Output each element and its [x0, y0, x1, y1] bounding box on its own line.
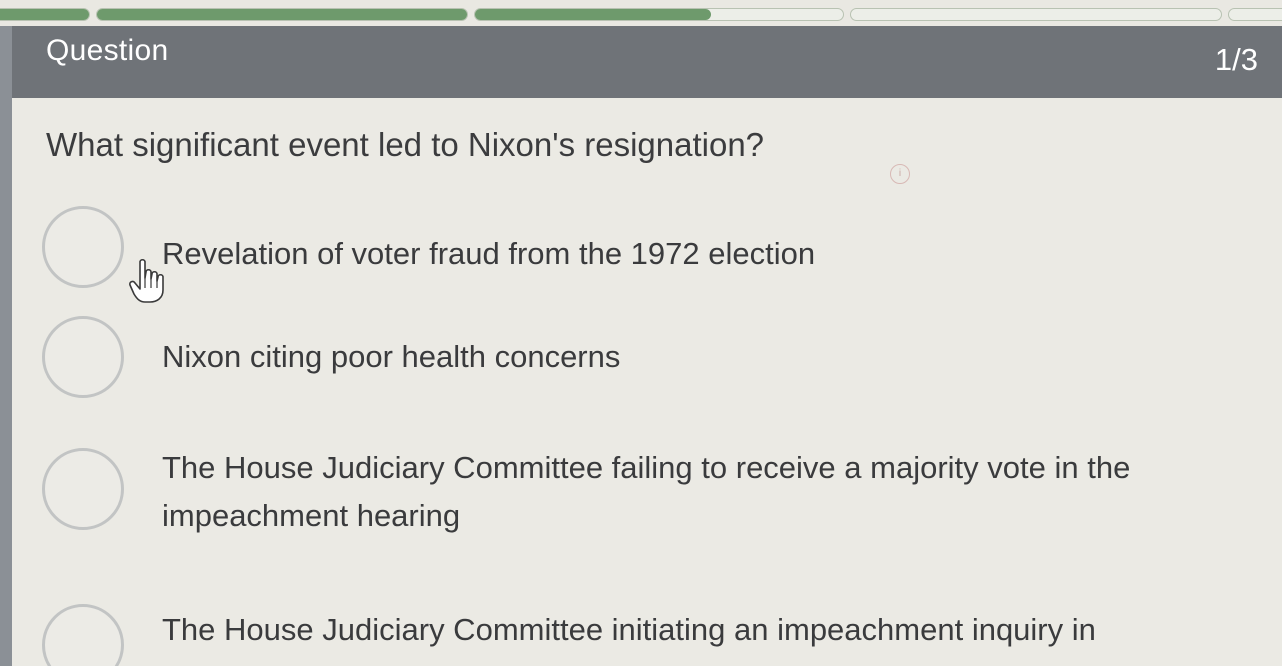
progress-segment-5 [1228, 8, 1282, 21]
quiz-screen: Question 1/3 What significant event led … [0, 0, 1282, 666]
left-rail [0, 26, 12, 666]
answer-option-label[interactable]: Nixon citing poor health concerns [162, 333, 1272, 381]
radio-circle-icon[interactable] [42, 604, 124, 666]
answer-option-4[interactable]: The House Judiciary Committee initiating… [42, 604, 1272, 666]
header-title: Question [46, 34, 169, 67]
question-text: What significant event led to Nixon's re… [46, 126, 765, 163]
question-header: Question 1/3 [12, 26, 1282, 98]
answer-option-3[interactable]: The House Judiciary Committee failing to… [42, 446, 1272, 546]
answer-option-label[interactable]: Revelation of voter fraud from the 1972 … [162, 230, 1272, 278]
progress-bar [0, 0, 1282, 26]
hand-pointer-icon [129, 258, 164, 303]
question-panel: What significant event led to Nixon's re… [12, 98, 1282, 666]
answer-option-label[interactable]: The House Judiciary Committee failing to… [162, 444, 1272, 540]
info-icon: i [890, 164, 910, 184]
radio-circle-icon[interactable] [42, 316, 124, 398]
answer-option-1[interactable]: Revelation of voter fraud from the 1972 … [42, 206, 1272, 302]
question-counter: 1/3 [1214, 42, 1258, 77]
radio-circle-icon[interactable] [42, 448, 124, 530]
progress-segment-4 [850, 8, 1222, 21]
progress-segment-1 [0, 8, 90, 21]
progress-segment-3 [474, 8, 844, 21]
answer-option-label[interactable]: The House Judiciary Committee initiating… [162, 606, 1272, 654]
progress-segment-2 [96, 8, 468, 21]
answer-option-2[interactable]: Nixon citing poor health concerns [42, 316, 1272, 406]
radio-circle-icon[interactable] [42, 206, 124, 288]
